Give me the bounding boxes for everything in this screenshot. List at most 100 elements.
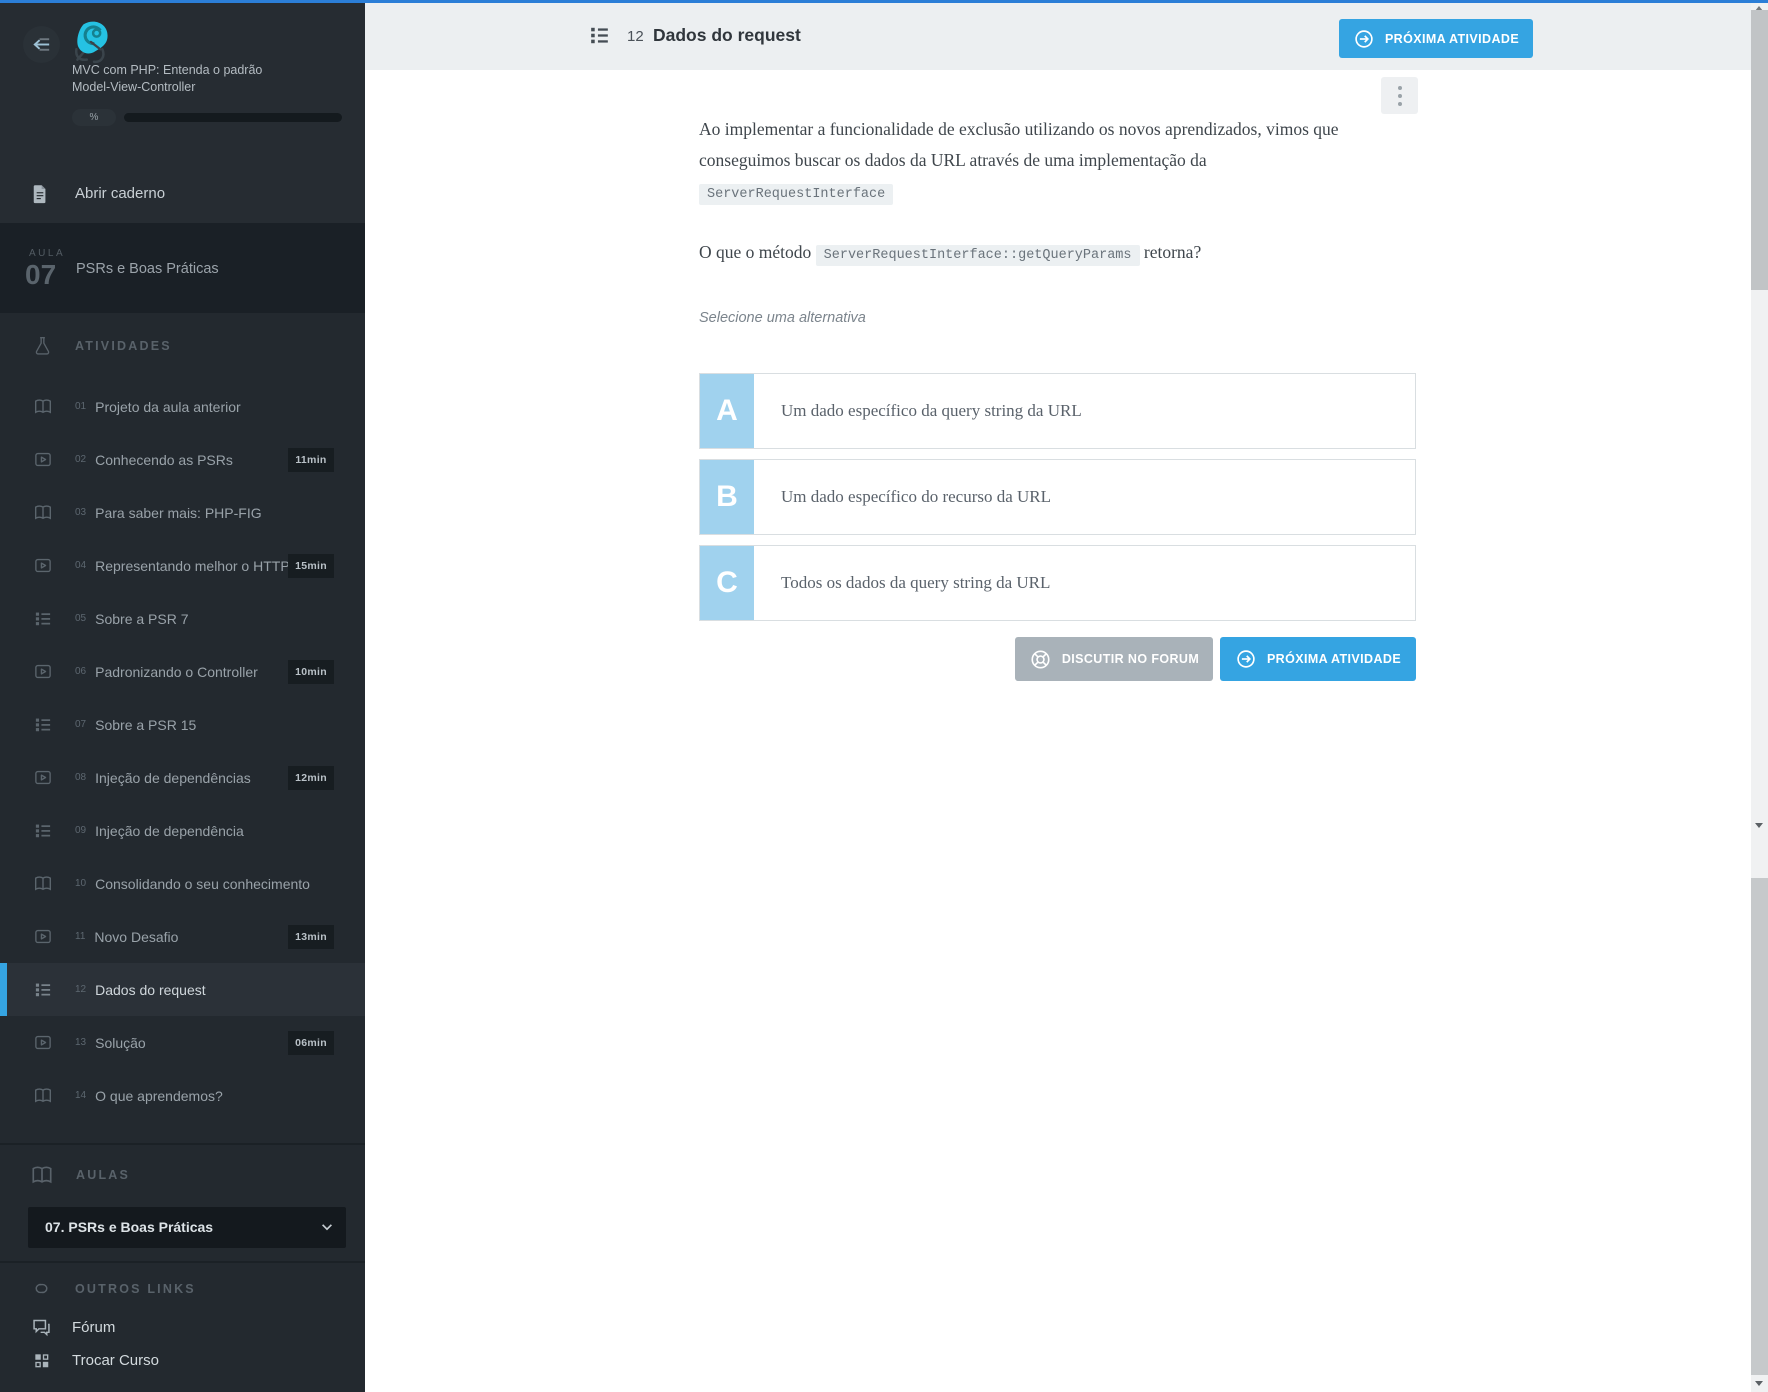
main-header: 12 Dados do request PRÓXIMA ATIVIDADE bbox=[365, 3, 1751, 70]
current-lesson-block: AULA 07 PSRs e Boas Práticas bbox=[0, 223, 365, 313]
scroll-down-arrow[interactable] bbox=[1755, 1381, 1763, 1386]
question-text-segment: Ao implementar a funcionalidade de exclu… bbox=[699, 119, 1339, 170]
video-icon bbox=[33, 1033, 53, 1053]
sidebar-activity-08[interactable]: 08 Injeção de dependências 12min bbox=[0, 751, 365, 804]
lesson-title: PSRs e Boas Práticas bbox=[76, 261, 219, 277]
discuss-forum-label: DISCUTIR NO FORUM bbox=[1061, 652, 1200, 666]
sidebar-activity-04[interactable]: 04 Representando melhor o HTTP 15min bbox=[0, 539, 365, 592]
scroll-down-arrow[interactable] bbox=[1755, 823, 1763, 828]
question-list-icon bbox=[587, 23, 612, 48]
next-activity-label: PRÓXIMA ATIVIDADE bbox=[1266, 652, 1402, 666]
links-icon bbox=[31, 1278, 52, 1299]
activities-list: 01 Projeto da aula anterior 02 Conhecendo a… bbox=[0, 380, 365, 1122]
link-label: Fórum bbox=[72, 1319, 116, 1336]
more-options-button[interactable] bbox=[1381, 77, 1418, 114]
next-activity-button-top[interactable]: PRÓXIMA ATIVIDADE bbox=[1339, 19, 1533, 58]
activity-label: Sobre a PSR 15 bbox=[95, 716, 197, 733]
grid-icon bbox=[31, 1350, 52, 1371]
lesson-select-dropdown[interactable]: 07. PSRs e Boas Práticas bbox=[28, 1207, 346, 1248]
book-icon bbox=[33, 397, 53, 417]
video-icon bbox=[33, 662, 53, 682]
activity-label: Conhecendo as PSRs bbox=[95, 451, 233, 468]
duration-badge: 15min bbox=[288, 554, 334, 578]
course-title: MVC com PHP: Entenda o padrão Model-View… bbox=[72, 63, 263, 94]
sidebar-activity-06[interactable]: 06 Padronizando o Controller 10min bbox=[0, 645, 365, 698]
inline-code: ServerRequestInterface::getQueryParams bbox=[815, 245, 1140, 266]
alternative-A[interactable]: A Um dado específico da query string da U… bbox=[699, 373, 1416, 449]
arrow-right-circle-icon bbox=[1235, 648, 1257, 670]
quiz-icon bbox=[33, 609, 53, 629]
question-text: Ao implementar a funcionalidade de exclu… bbox=[699, 114, 1347, 298]
alternatives-list: A Um dado específico da query string da U… bbox=[699, 373, 1416, 631]
activity-number: 12 bbox=[627, 28, 644, 45]
sidebar-activity-11[interactable]: 11 Novo Desafio 13min bbox=[0, 910, 365, 963]
activity-number: 10 bbox=[75, 878, 87, 889]
video-icon bbox=[33, 556, 53, 576]
sidebar-activity-09[interactable]: 09 Injeção de dependência bbox=[0, 804, 365, 857]
other-links-section bbox=[0, 1261, 365, 1263]
book-icon bbox=[33, 874, 53, 894]
chat-icon bbox=[31, 1317, 52, 1338]
book-icon bbox=[33, 503, 53, 523]
inline-code: ServerRequestInterface bbox=[699, 184, 894, 205]
sidebar-activity-03[interactable]: 03 Para saber mais: PHP-FIG bbox=[0, 486, 365, 539]
sidebar-activity-10[interactable]: 10 Consolidando o seu conhecimento bbox=[0, 857, 365, 910]
activity-label: Injeção de dependências bbox=[95, 769, 251, 786]
duration-badge: 12min bbox=[288, 766, 334, 790]
activity-label: Solução bbox=[95, 1034, 146, 1051]
open-notebook-label: Abrir caderno bbox=[75, 185, 166, 202]
sidebar-activity-13[interactable]: 13 Solução 06min bbox=[0, 1016, 365, 1069]
video-icon bbox=[33, 768, 53, 788]
lifebuoy-icon bbox=[1029, 648, 1052, 671]
activity-number: 03 bbox=[75, 507, 87, 518]
question-paragraph: O que o método ServerRequestInterface::g… bbox=[699, 237, 1347, 271]
aulas-heading: AULAS bbox=[30, 1164, 130, 1186]
sidebar-activity-14[interactable]: 14 O que aprendemos? bbox=[0, 1069, 365, 1122]
activity-number: 05 bbox=[75, 613, 87, 624]
alternative-letter: A bbox=[700, 374, 754, 448]
activity-label: O que aprendemos? bbox=[95, 1087, 223, 1104]
chevron-down-icon bbox=[320, 1220, 334, 1234]
sidebar-activity-12[interactable]: 12 Dados do request bbox=[0, 963, 365, 1016]
discuss-forum-button[interactable]: DISCUTIR NO FORUM bbox=[1015, 637, 1213, 681]
question-text-segment: retorna? bbox=[1139, 242, 1202, 262]
collapse-sidebar-button[interactable] bbox=[23, 26, 60, 63]
open-notebook-button[interactable]: Abrir caderno bbox=[0, 171, 365, 216]
alternative-C[interactable]: C Todos os dados da query string da URL bbox=[699, 545, 1416, 621]
instruction-text: Selecione uma alternativa bbox=[699, 310, 866, 326]
sidebar-activity-02[interactable]: 02 Conhecendo as PSRs 11min bbox=[0, 433, 365, 486]
question-text-segment: O que o método bbox=[699, 242, 816, 262]
activity-number: 02 bbox=[75, 454, 87, 465]
next-activity-button-bottom[interactable]: PRÓXIMA ATIVIDADE bbox=[1220, 637, 1416, 681]
arrow-right-circle-icon bbox=[1353, 28, 1375, 50]
activity-label: Para saber mais: PHP-FIG bbox=[95, 504, 262, 521]
activity-number: 09 bbox=[75, 825, 87, 836]
duration-badge: 11min bbox=[288, 448, 334, 472]
activity-number: 12 bbox=[75, 984, 87, 995]
activity-number: 01 bbox=[75, 401, 87, 412]
notebook-icon bbox=[30, 183, 50, 205]
activity-label: Dados do request bbox=[95, 981, 206, 998]
lesson-number: 07 bbox=[25, 259, 57, 290]
activity-label: Padronizando o Controller bbox=[95, 663, 258, 680]
sidebar-activity-07[interactable]: 07 Sobre a PSR 15 bbox=[0, 698, 365, 751]
scrollbar-thumb-inner[interactable] bbox=[1751, 10, 1768, 290]
quiz-icon bbox=[33, 715, 53, 735]
activity-label: Novo Desafio bbox=[94, 928, 179, 945]
alternative-B[interactable]: B Um dado específico do recurso da URL bbox=[699, 459, 1416, 535]
sidebar-activity-01[interactable]: 01 Projeto da aula anterior bbox=[0, 380, 365, 433]
duration-badge: 13min bbox=[288, 925, 334, 949]
activity-number: 14 bbox=[75, 1090, 87, 1101]
link-label: Trocar Curso bbox=[72, 1352, 159, 1369]
other-links-list: Fórum Trocar Curso bbox=[0, 1311, 365, 1377]
scrollbar-thumb-window[interactable] bbox=[1751, 878, 1768, 1375]
progress-percent-badge: % bbox=[72, 109, 116, 126]
sidebar-link-forum[interactable]: Fórum bbox=[0, 1311, 365, 1344]
sidebar-link-trocar-curso[interactable]: Trocar Curso bbox=[0, 1344, 365, 1377]
activity-number: 08 bbox=[75, 772, 87, 783]
activities-heading: ATIVIDADES bbox=[33, 335, 172, 357]
sidebar-activity-05[interactable]: 05 Sobre a PSR 7 bbox=[0, 592, 365, 645]
page-title: Dados do request bbox=[653, 25, 801, 45]
alternative-letter: C bbox=[700, 546, 754, 620]
activity-label: Sobre a PSR 7 bbox=[95, 610, 189, 627]
